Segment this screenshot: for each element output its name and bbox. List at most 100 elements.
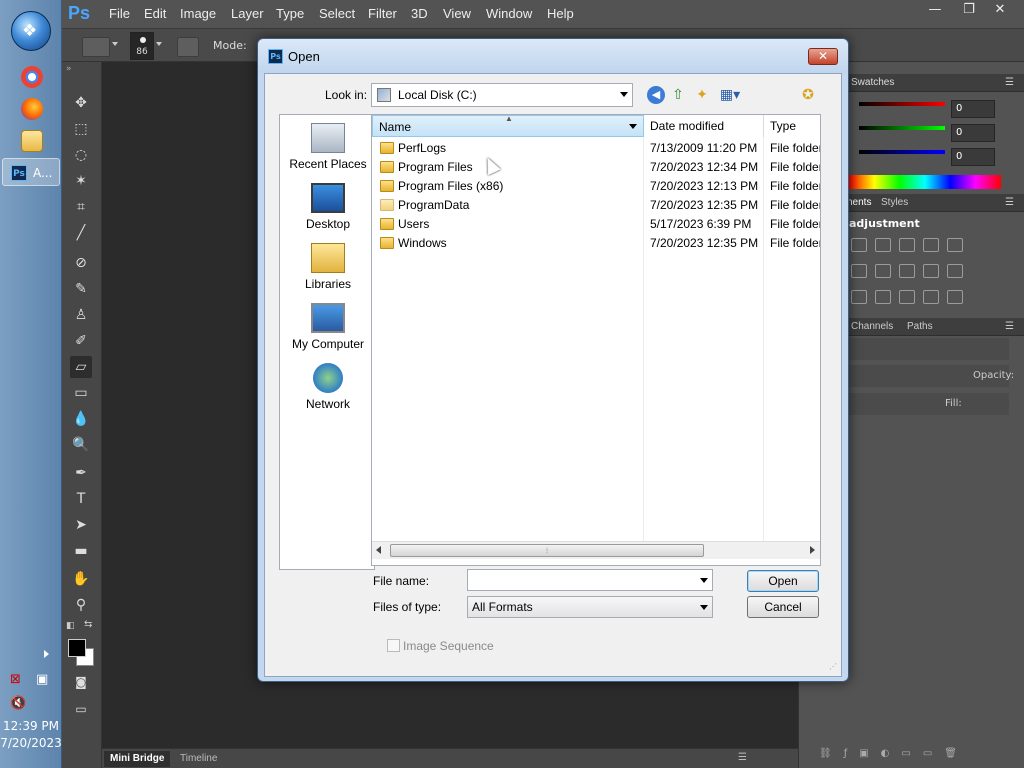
menu-layer[interactable]: Layer — [231, 6, 264, 21]
dialog-titlebar[interactable]: Ps Open ✕ — [258, 39, 848, 73]
foreground-color-swatch[interactable] — [68, 639, 86, 657]
menu-3d[interactable]: 3D — [411, 6, 428, 21]
rectangle-tool-icon[interactable]: ▬ — [70, 540, 92, 562]
menu-filter[interactable]: Filter — [368, 6, 397, 21]
menu-select[interactable]: Select — [319, 6, 355, 21]
panel-menu-icon[interactable]: ☰ — [1005, 77, 1014, 88]
chevron-down-icon[interactable] — [112, 42, 118, 46]
move-tool-icon[interactable]: ✥ — [70, 92, 92, 114]
blend-mode-select[interactable]: Opacity: — [849, 365, 1014, 387]
magic-wand-tool-icon[interactable]: ✶ — [70, 170, 92, 192]
panel-menu-icon[interactable]: ☰ — [738, 752, 747, 763]
file-row-programdata[interactable]: ProgramData 7/20/2023 12:35 PM File fold… — [372, 196, 820, 215]
up-folder-icon[interactable]: ⇧ — [669, 86, 687, 104]
blue-value-field[interactable]: 0 — [951, 148, 995, 166]
horizontal-scrollbar[interactable]: ⦙ — [372, 541, 820, 559]
type-tool-icon[interactable]: T — [70, 488, 92, 510]
scroll-left-icon[interactable] — [376, 546, 381, 554]
panel-collapse-icon[interactable]: » — [66, 64, 72, 74]
screen-mode-icon[interactable]: ▭ — [70, 698, 92, 720]
exposure-icon[interactable] — [923, 238, 939, 252]
view-menu-icon[interactable]: ▦▾ — [717, 86, 743, 104]
column-filter-chevron-icon[interactable] — [629, 124, 637, 129]
green-value-field[interactable]: 0 — [951, 124, 995, 142]
clock-time[interactable]: 12:39 PM — [0, 719, 62, 733]
scrollbar-thumb[interactable]: ⦙ — [390, 544, 704, 557]
column-header-type[interactable]: Type — [764, 115, 820, 137]
tab-adjustments[interactable]: nents — [847, 197, 871, 208]
start-button[interactable]: ❖ — [11, 11, 51, 51]
levels-icon[interactable] — [875, 238, 891, 252]
green-slider[interactable] — [859, 126, 945, 130]
favorite-folder-icon[interactable]: ✪ — [799, 86, 817, 104]
file-row-users[interactable]: Users 5/17/2023 6:39 PM File folder — [372, 215, 820, 234]
brush-tool-icon[interactable]: ✎ — [70, 278, 92, 300]
lock-options-bar[interactable]: Fill: — [849, 393, 1009, 415]
file-name-input[interactable] — [467, 569, 713, 591]
dodge-tool-icon[interactable]: 🔍 — [70, 434, 92, 456]
cancel-button[interactable]: Cancel — [747, 596, 819, 618]
invert-icon[interactable] — [851, 290, 867, 304]
hue-saturation-icon[interactable] — [851, 264, 867, 278]
red-value-field[interactable]: 0 — [951, 100, 995, 118]
file-row-program-files[interactable]: Program Files 7/20/2023 12:34 PM File fo… — [372, 158, 820, 177]
close-button[interactable]: ✕ — [980, 0, 1020, 20]
place-libraries[interactable]: Libraries — [280, 243, 376, 291]
image-sequence-checkbox[interactable] — [387, 639, 400, 652]
swap-colors-icon[interactable]: ⇆ — [84, 619, 92, 630]
clock-date[interactable]: 7/20/2023 — [0, 736, 62, 750]
vibrance-icon[interactable] — [947, 238, 963, 252]
column-header-name[interactable]: Name ▲ — [372, 115, 644, 137]
file-row-program-files-x86[interactable]: Program Files (x86) 7/20/2023 12:13 PM F… — [372, 177, 820, 196]
default-colors-icon[interactable]: ◧ — [66, 621, 75, 631]
brush-picker-chevron-icon[interactable] — [156, 42, 162, 46]
menu-image[interactable]: Image — [180, 6, 216, 21]
gradient-tool-icon[interactable]: ▭ — [70, 382, 92, 404]
photo-filter-icon[interactable] — [923, 264, 939, 278]
tab-channels[interactable]: Channels — [851, 321, 893, 332]
clone-stamp-tool-icon[interactable]: ♙ — [70, 304, 92, 326]
menu-type[interactable]: Type — [276, 6, 304, 21]
files-of-type-select[interactable]: All Formats — [467, 596, 713, 618]
tab-mini-bridge[interactable]: Mini Bridge — [104, 751, 171, 767]
gradient-map-icon[interactable] — [923, 290, 939, 304]
eraser-tool-preset-icon[interactable] — [82, 37, 110, 57]
marquee-tool-icon[interactable]: ⬚ — [70, 118, 92, 140]
path-selection-tool-icon[interactable]: ➤ — [70, 514, 92, 536]
crop-tool-icon[interactable]: ⌗ — [70, 196, 92, 218]
column-header-date[interactable]: Date modified — [644, 115, 764, 137]
color-spectrum[interactable] — [849, 175, 1001, 189]
color-balance-icon[interactable] — [875, 264, 891, 278]
look-in-select[interactable]: Local Disk (C:) — [371, 83, 633, 107]
panel-menu-icon[interactable]: ☰ — [1005, 197, 1014, 208]
blur-tool-icon[interactable]: 💧 — [70, 408, 92, 430]
panel-menu-icon[interactable]: ☰ — [1005, 321, 1014, 332]
network-error-icon[interactable]: ⊠ — [10, 672, 30, 690]
healing-brush-tool-icon[interactable]: ⊘ — [70, 252, 92, 274]
lasso-tool-icon[interactable]: ◌ — [70, 144, 92, 166]
file-row-windows[interactable]: Windows 7/20/2023 12:35 PM File folder — [372, 234, 820, 253]
menu-file[interactable]: File — [109, 6, 130, 21]
tab-swatches[interactable]: Swatches — [851, 77, 894, 88]
tab-paths[interactable]: Paths — [907, 321, 933, 332]
channel-mixer-icon[interactable] — [947, 264, 963, 278]
volume-muted-icon[interactable]: 🔇 — [10, 696, 30, 714]
black-white-icon[interactable] — [899, 264, 915, 278]
posterize-icon[interactable] — [875, 290, 891, 304]
place-network[interactable]: Network — [280, 363, 376, 411]
place-my-computer[interactable]: My Computer — [280, 303, 376, 351]
brush-size-picker[interactable]: 86 — [130, 32, 154, 60]
layers-footer-icons[interactable]: ⛓ƒ▣◐▭▭🗑 — [819, 748, 1005, 764]
file-row-perflogs[interactable]: PerfLogs 7/13/2009 11:20 PM File folder — [372, 139, 820, 158]
taskbar-photoshop-button[interactable]: Ps A... — [2, 158, 60, 186]
tab-timeline[interactable]: Timeline — [174, 751, 223, 767]
dialog-close-button[interactable]: ✕ — [808, 48, 838, 65]
red-slider[interactable] — [859, 102, 945, 106]
pen-tool-icon[interactable]: ✒ — [70, 462, 92, 484]
chevron-down-icon[interactable] — [700, 578, 708, 583]
history-brush-tool-icon[interactable]: ✐ — [70, 330, 92, 352]
blue-slider[interactable] — [859, 150, 945, 154]
new-folder-icon[interactable]: ✦ — [693, 86, 711, 104]
menu-view[interactable]: View — [443, 6, 471, 21]
chrome-icon[interactable] — [21, 66, 43, 88]
